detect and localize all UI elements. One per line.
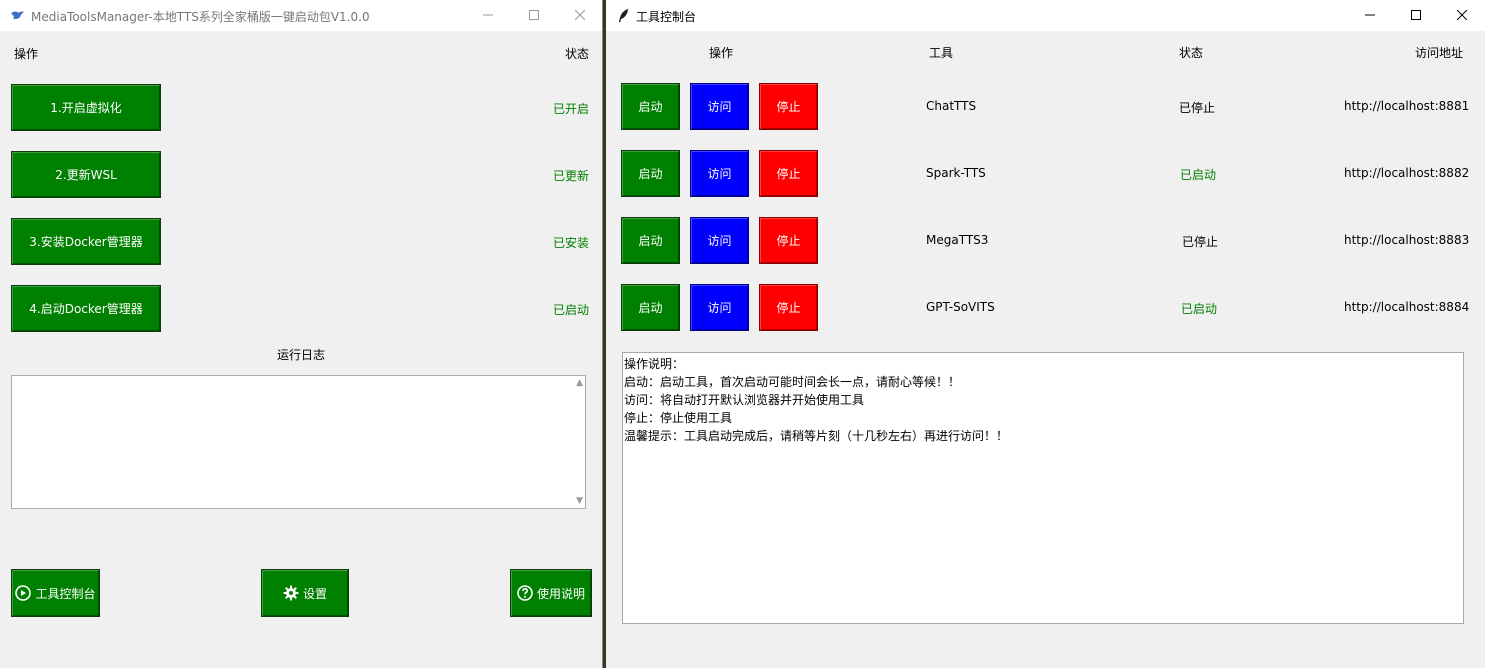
maximize-button[interactable] — [1393, 0, 1439, 31]
help-button[interactable]: 使用说明 — [510, 569, 592, 617]
instructions-textarea[interactable]: 操作说明： 启动：启动工具，首次启动可能时间会长一点，请耐心等候！！ 访问：将自… — [622, 352, 1464, 624]
scroll-up-icon[interactable]: ▲ — [576, 378, 583, 388]
visit-button[interactable]: 访问 — [690, 217, 749, 264]
instruction-line: 操作说明： — [624, 357, 685, 371]
close-icon — [575, 10, 585, 20]
status-docker-install: 已安装 — [553, 236, 590, 250]
settings-button[interactable]: 设置 — [261, 569, 349, 617]
window-title: MediaToolsManager-本地TTS系列全家桶版一键启动包V1.0.0 — [31, 10, 370, 24]
header-url: 访问地址 — [1415, 46, 1464, 60]
visit-button[interactable]: 访问 — [690, 83, 749, 130]
stop-button[interactable]: 停止 — [759, 83, 818, 130]
main-window: MediaToolsManager-本地TTS系列全家桶版一键启动包V1.0.0… — [0, 0, 603, 668]
maximize-icon — [1411, 10, 1421, 20]
tool-console-window: 工具控制台 操作 工具 状态 访问地址 启动 访问 停止 ChatTTS 已停止… — [606, 0, 1485, 668]
status-docker-start: 已启动 — [553, 303, 590, 317]
settings-label: 设置 — [302, 586, 327, 601]
window-title: 工具控制台 — [636, 10, 697, 24]
log-title: 运行日志 — [277, 348, 326, 362]
title-bar[interactable]: MediaToolsManager-本地TTS系列全家桶版一键启动包V1.0.0 — [0, 0, 602, 31]
maximize-icon — [529, 10, 539, 20]
question-circle-icon — [517, 585, 533, 601]
visit-button[interactable]: 访问 — [690, 150, 749, 197]
header-operation: 操作 — [709, 46, 734, 60]
visit-button[interactable]: 访问 — [690, 284, 749, 331]
stop-button[interactable]: 停止 — [759, 150, 818, 197]
help-label: 使用说明 — [536, 586, 585, 601]
tool-name: MegaTTS3 — [926, 233, 989, 247]
header-status: 状态 — [565, 47, 590, 61]
update-wsl-button[interactable]: 2.更新WSL — [11, 151, 161, 198]
tool-console-button[interactable]: 工具控制台 — [11, 569, 100, 617]
tool-name: ChatTTS — [926, 99, 977, 113]
instruction-line: 停止：停止使用工具 — [624, 411, 733, 425]
header-tool: 工具 — [929, 46, 954, 60]
instruction-line: 访问：将自动打开默认浏览器并开始使用工具 — [624, 393, 865, 407]
close-button[interactable] — [557, 0, 603, 31]
start-button[interactable]: 启动 — [621, 83, 680, 130]
tool-status: 已启动 — [1181, 302, 1218, 316]
log-textarea[interactable]: ▲ ▼ — [11, 375, 586, 509]
tool-url: http://localhost:8884 — [1344, 300, 1470, 314]
start-button[interactable]: 启动 — [621, 150, 680, 197]
start-button[interactable]: 启动 — [621, 284, 680, 331]
install-docker-button[interactable]: 3.安装Docker管理器 — [11, 218, 161, 265]
app-bird-icon — [10, 11, 25, 19]
maximize-button[interactable] — [511, 0, 557, 31]
start-button[interactable]: 启动 — [621, 217, 680, 264]
status-wsl: 已更新 — [553, 169, 590, 183]
enable-virtualization-button[interactable]: 1.开启虚拟化 — [11, 84, 161, 131]
gear-icon — [283, 585, 299, 601]
minimize-button[interactable] — [1347, 0, 1393, 31]
tool-console-label: 工具控制台 — [35, 586, 96, 601]
tool-status: 已启动 — [1180, 168, 1217, 182]
stop-button[interactable]: 停止 — [759, 284, 818, 331]
feather-icon — [618, 8, 629, 23]
close-icon — [1457, 10, 1467, 20]
close-button[interactable] — [1439, 0, 1485, 31]
instruction-line: 启动：启动工具，首次启动可能时间会长一点，请耐心等候！！ — [624, 375, 961, 389]
tool-status: 已停止 — [1179, 101, 1216, 115]
tool-name: Spark-TTS — [926, 166, 986, 180]
start-docker-button[interactable]: 4.启动Docker管理器 — [11, 285, 161, 332]
tool-name: GPT-SoVITS — [926, 300, 995, 314]
tool-status: 已停止 — [1182, 235, 1219, 249]
title-bar[interactable]: 工具控制台 — [606, 0, 1485, 31]
minimize-button[interactable] — [465, 0, 511, 31]
status-virtualization: 已开启 — [553, 102, 590, 116]
header-status: 状态 — [1179, 46, 1204, 60]
tool-url: http://localhost:8882 — [1344, 166, 1470, 180]
header-operation: 操作 — [14, 47, 39, 61]
minimize-icon — [1365, 14, 1375, 16]
tool-url: http://localhost:8881 — [1344, 99, 1470, 113]
stop-button[interactable]: 停止 — [759, 217, 818, 264]
scroll-down-icon[interactable]: ▼ — [576, 496, 583, 506]
minimize-icon — [483, 14, 493, 16]
play-circle-icon — [15, 585, 32, 601]
instruction-line: 温馨提示：工具启动完成后，请稍等片刻（十几秒左右）再进行访问！！ — [624, 429, 1009, 443]
tool-url: http://localhost:8883 — [1344, 233, 1470, 247]
